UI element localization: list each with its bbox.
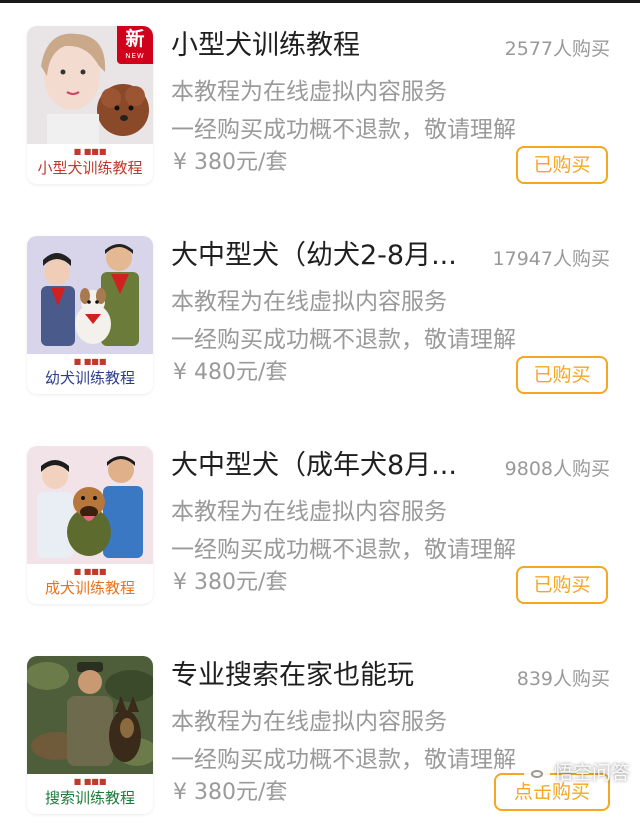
course-title[interactable]: 专业搜索在家也能玩 [171, 658, 471, 694]
purchase-count: 2577人购买 [470, 34, 610, 64]
course-desc-line1: 本教程为在线虚拟内容服务 [171, 706, 591, 738]
thumbnail-photo [27, 236, 153, 354]
course-price: ¥ 380元/套 [173, 777, 373, 809]
purchased-button[interactable]: 已购买 [516, 356, 608, 394]
watermark-text: 悟空问答 [554, 762, 630, 784]
course-price: ¥ 480元/套 [173, 357, 373, 389]
course-thumbnail[interactable]: 新 NEW ■ ■■■ 小型犬训练教程 [27, 26, 153, 184]
wukong-logo-icon [524, 761, 550, 787]
new-badge-en: NEW [117, 52, 153, 60]
course-title[interactable]: 大中型犬（幼犬2-8月... [171, 238, 471, 274]
course-thumbnail[interactable]: ■ ■■■ 幼犬训练教程 [27, 236, 153, 394]
course-price: ¥ 380元/套 [173, 567, 373, 599]
course-title[interactable]: 小型犬训练教程 [171, 28, 471, 64]
thumbnail-photo [27, 656, 153, 774]
course-desc-line2: 一经购买成功概不退款，敬请理解 [171, 324, 591, 356]
course-item-puppy[interactable]: ■ ■■■ 幼犬训练教程 大中型犬（幼犬2-8月... 17947人购买 本教程… [0, 210, 640, 410]
course-item-search[interactable]: ■ ■■■ 搜索训练教程 专业搜索在家也能玩 839人购买 本教程为在线虚拟内容… [0, 630, 640, 830]
course-item-small-dog[interactable]: 新 NEW ■ ■■■ 小型犬训练教程 小型犬训练教程 2577人购买 本教程为… [0, 0, 640, 200]
purchased-button[interactable]: 已购买 [516, 146, 608, 184]
purchase-count: 17947人购买 [470, 244, 610, 274]
course-list: 新 NEW ■ ■■■ 小型犬训练教程 小型犬训练教程 2577人购买 本教程为… [0, 0, 640, 802]
course-title[interactable]: 大中型犬（成年犬8月... [171, 448, 471, 484]
course-thumbnail[interactable]: ■ ■■■ 成犬训练教程 [27, 446, 153, 604]
thumbnail-caption: 成犬训练教程 [27, 577, 153, 599]
watermark: 悟空问答 [524, 758, 630, 788]
course-desc-line1: 本教程为在线虚拟内容服务 [171, 496, 591, 528]
course-price: ¥ 380元/套 [173, 147, 373, 179]
course-desc-line1: 本教程为在线虚拟内容服务 [171, 286, 591, 318]
new-badge-text: 新 [117, 26, 153, 52]
new-badge: 新 NEW [117, 26, 153, 64]
purchase-count: 839人购买 [470, 664, 610, 694]
thumbnail-caption: 幼犬训练教程 [27, 367, 153, 389]
purchased-button[interactable]: 已购买 [516, 566, 608, 604]
thumbnail-photo [27, 446, 153, 564]
course-item-adult-dog[interactable]: ■ ■■■ 成犬训练教程 大中型犬（成年犬8月... 9808人购买 本教程为在… [0, 420, 640, 620]
thumbnail-caption: 搜索训练教程 [27, 787, 153, 809]
course-desc-line1: 本教程为在线虚拟内容服务 [171, 76, 591, 108]
thumbnail-caption: 小型犬训练教程 [27, 157, 153, 179]
course-thumbnail[interactable]: ■ ■■■ 搜索训练教程 [27, 656, 153, 814]
course-desc-line2: 一经购买成功概不退款，敬请理解 [171, 114, 591, 146]
purchase-count: 9808人购买 [470, 454, 610, 484]
course-desc-line2: 一经购买成功概不退款，敬请理解 [171, 534, 591, 566]
